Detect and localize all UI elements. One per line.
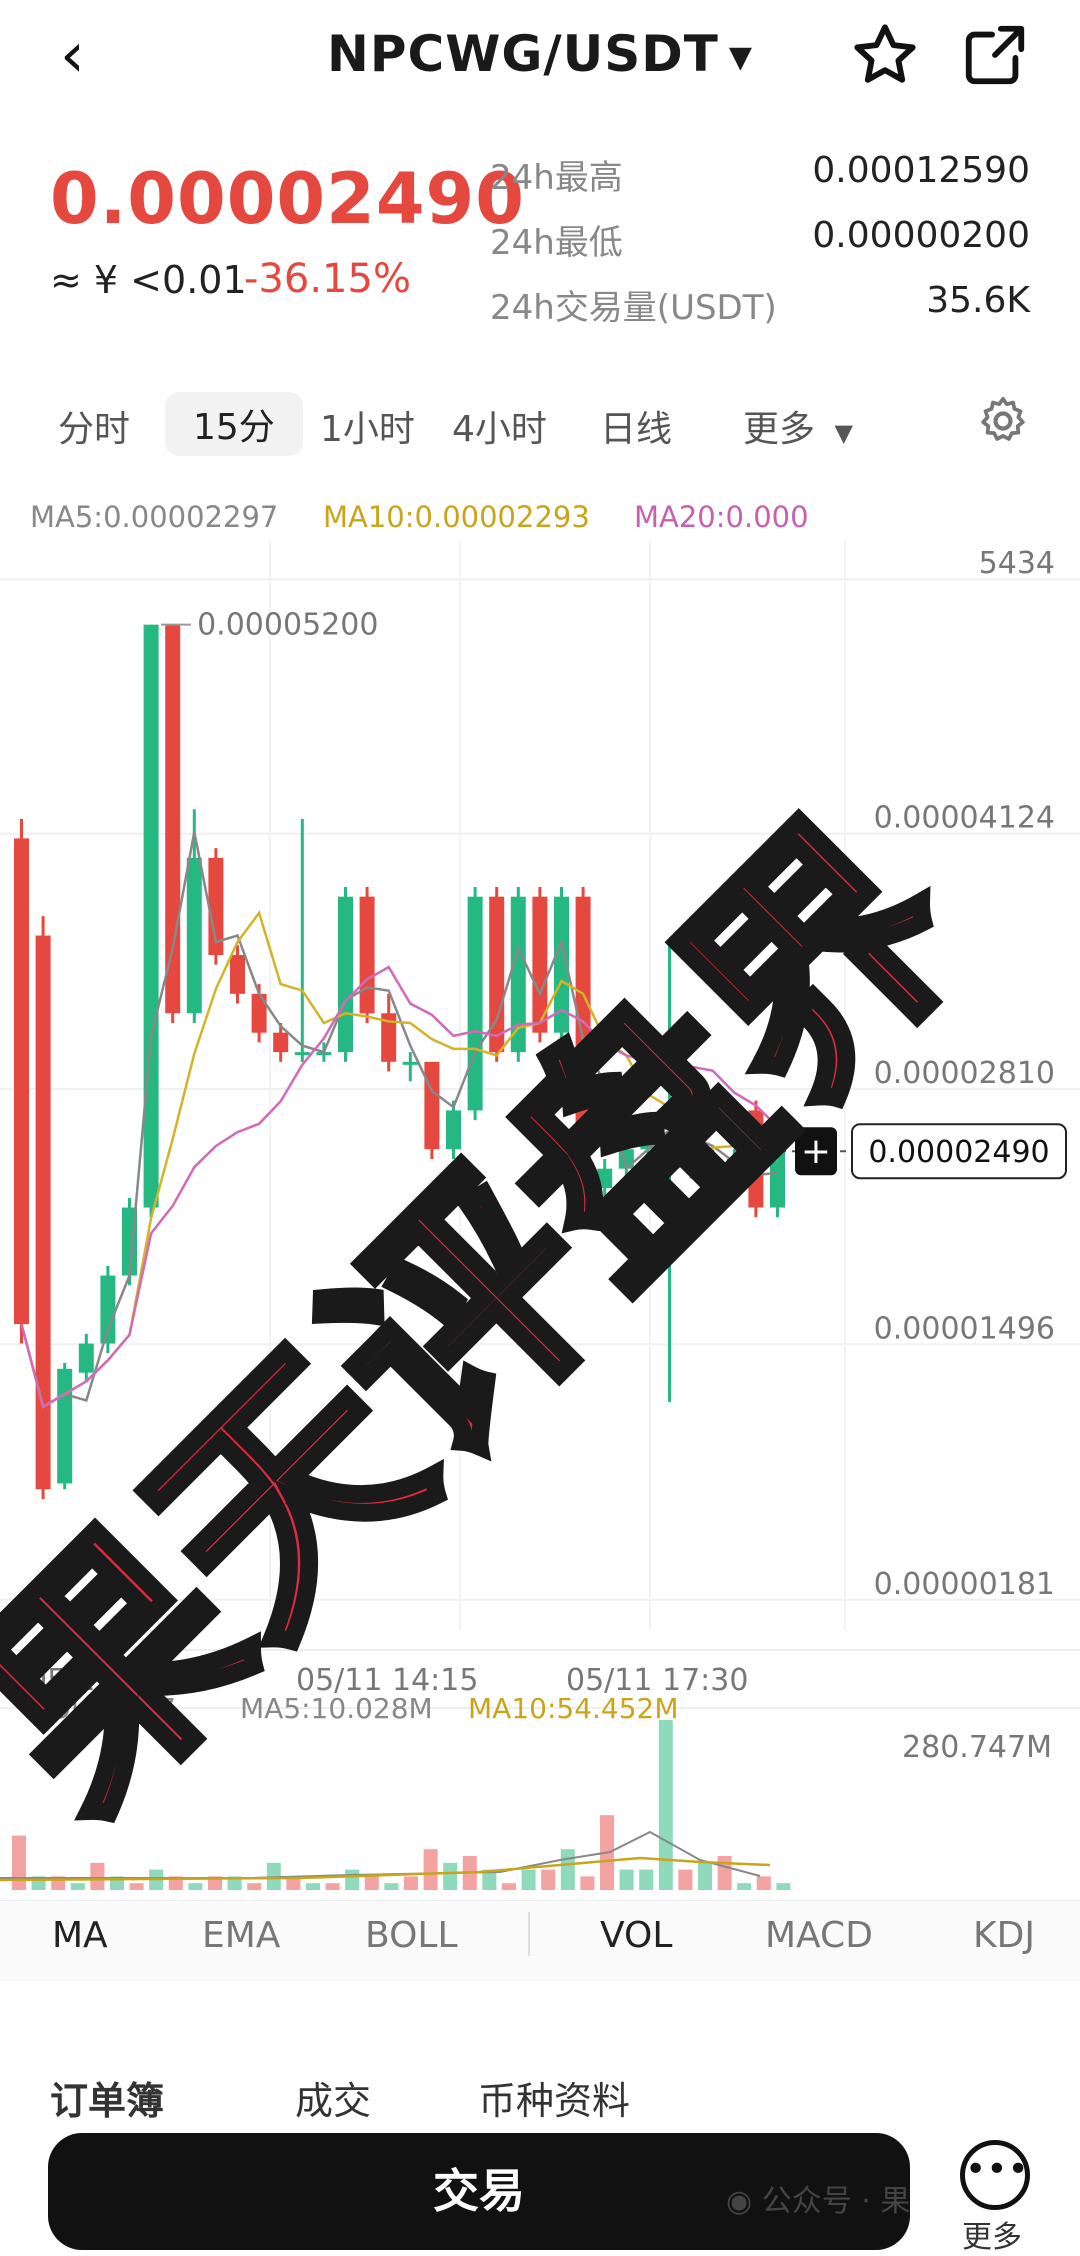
candle-body — [294, 1052, 310, 1056]
share-icon[interactable] — [960, 20, 1030, 90]
volume-bar — [560, 1849, 575, 1890]
volume-bar — [580, 1876, 595, 1890]
tab-more[interactable]: 更多 ▼ — [743, 400, 853, 452]
volume-bar — [639, 1869, 654, 1890]
wechat-icon: ◉ — [726, 2184, 753, 2219]
candle-body — [165, 624, 181, 1014]
tab-4h[interactable]: 4小时 — [452, 400, 547, 452]
vol-max-label: 280.747M — [902, 1730, 1052, 1765]
watermark: ◉ 公众号 · 果 — [726, 2176, 910, 2220]
price-change: -36.15% — [244, 256, 411, 302]
candle-body — [402, 1061, 418, 1065]
volume-bar — [698, 1862, 712, 1890]
stat-label-low: 24h最低 — [490, 223, 623, 263]
stat-label-high: 24h最高 — [490, 158, 623, 198]
pair-title: NPCWG/USDT — [327, 25, 719, 83]
subtab-coin-info[interactable]: 币种资料 — [478, 2070, 630, 2125]
volume-bar — [404, 1876, 418, 1890]
indicator-macd[interactable]: MACD — [765, 1915, 873, 1956]
volume-bar — [345, 1869, 360, 1890]
indicator-vol[interactable]: VOL — [600, 1915, 672, 1956]
caret-down-icon: ▼ — [834, 419, 853, 447]
candle-body — [186, 857, 202, 1014]
more-dots-icon[interactable]: ••• — [960, 2140, 1030, 2210]
candle-body — [273, 1032, 289, 1053]
volume-bar — [737, 1883, 752, 1890]
y-axis-label: 5434 — [979, 546, 1055, 581]
tab-more-label: 更多 — [743, 409, 816, 450]
volume-bar — [325, 1883, 340, 1890]
volume-bar — [619, 1869, 634, 1890]
tab-15m[interactable]: 15分 — [165, 392, 303, 456]
indicator-divider — [528, 1912, 530, 1956]
volume-bar — [658, 1720, 673, 1890]
y-axis-label: 0.00001496 — [874, 1311, 1055, 1346]
candle-body — [230, 954, 245, 994]
candle-body — [14, 838, 29, 1325]
gear-icon[interactable] — [975, 393, 1031, 449]
volume-bar — [129, 1883, 144, 1890]
candle-body — [78, 1343, 94, 1373]
volume-bar — [541, 1869, 556, 1890]
stat-label-volume: 24h交易量(USDT) — [490, 288, 777, 328]
volume-bar — [423, 1849, 438, 1890]
volume-bar — [717, 1856, 732, 1890]
tab-timeshare[interactable]: 分时 — [58, 400, 130, 452]
candle-body — [338, 896, 353, 1053]
stat-value-volume: 35.6K — [926, 280, 1030, 321]
volume-bar — [521, 1869, 536, 1890]
volume-bar — [384, 1883, 399, 1890]
stat-value-low: 0.00000200 — [812, 215, 1030, 256]
indicator-kdj[interactable]: KDJ — [973, 1915, 1035, 1956]
volume-bar — [188, 1883, 203, 1890]
y-axis-label: 0.00000181 — [874, 1567, 1055, 1602]
tab-1h[interactable]: 1小时 — [320, 400, 415, 452]
last-price: 0.00002490 — [50, 158, 525, 240]
volume-bar — [776, 1883, 791, 1890]
candle-body — [143, 624, 159, 1208]
subtab-orderbook[interactable]: 订单簿 — [50, 2070, 164, 2125]
caret-down-icon: ▼ — [728, 40, 753, 75]
volume-bar — [502, 1883, 516, 1890]
indicator-ema[interactable]: EMA — [202, 1915, 280, 1956]
volume-bar — [443, 1862, 458, 1890]
stat-value-high: 0.00012590 — [812, 150, 1030, 191]
volume-bar — [306, 1883, 320, 1890]
candle-body — [359, 896, 375, 1014]
watermark-text: 公众号 · 果 — [761, 2184, 911, 2219]
cny-price: ≈ ¥ <0.01 — [50, 258, 247, 302]
indicator-bar — [0, 1900, 1080, 1981]
more-label: 更多 — [962, 2220, 1022, 2255]
volume-bar — [364, 1876, 379, 1890]
vol-ma10-legend: MA10:54.452M — [468, 1692, 679, 1725]
volume-bar — [756, 1876, 771, 1890]
indicator-boll[interactable]: BOLL — [365, 1915, 458, 1956]
price-tag-label: 0.00002490 — [868, 1135, 1049, 1170]
star-icon[interactable] — [850, 20, 920, 90]
high-marker-label: 0.00005200 — [197, 608, 378, 643]
tab-daily[interactable]: 日线 — [600, 400, 672, 452]
subtab-trades[interactable]: 成交 — [295, 2070, 371, 2125]
volume-bar — [247, 1883, 262, 1890]
volume-bar — [678, 1869, 693, 1890]
